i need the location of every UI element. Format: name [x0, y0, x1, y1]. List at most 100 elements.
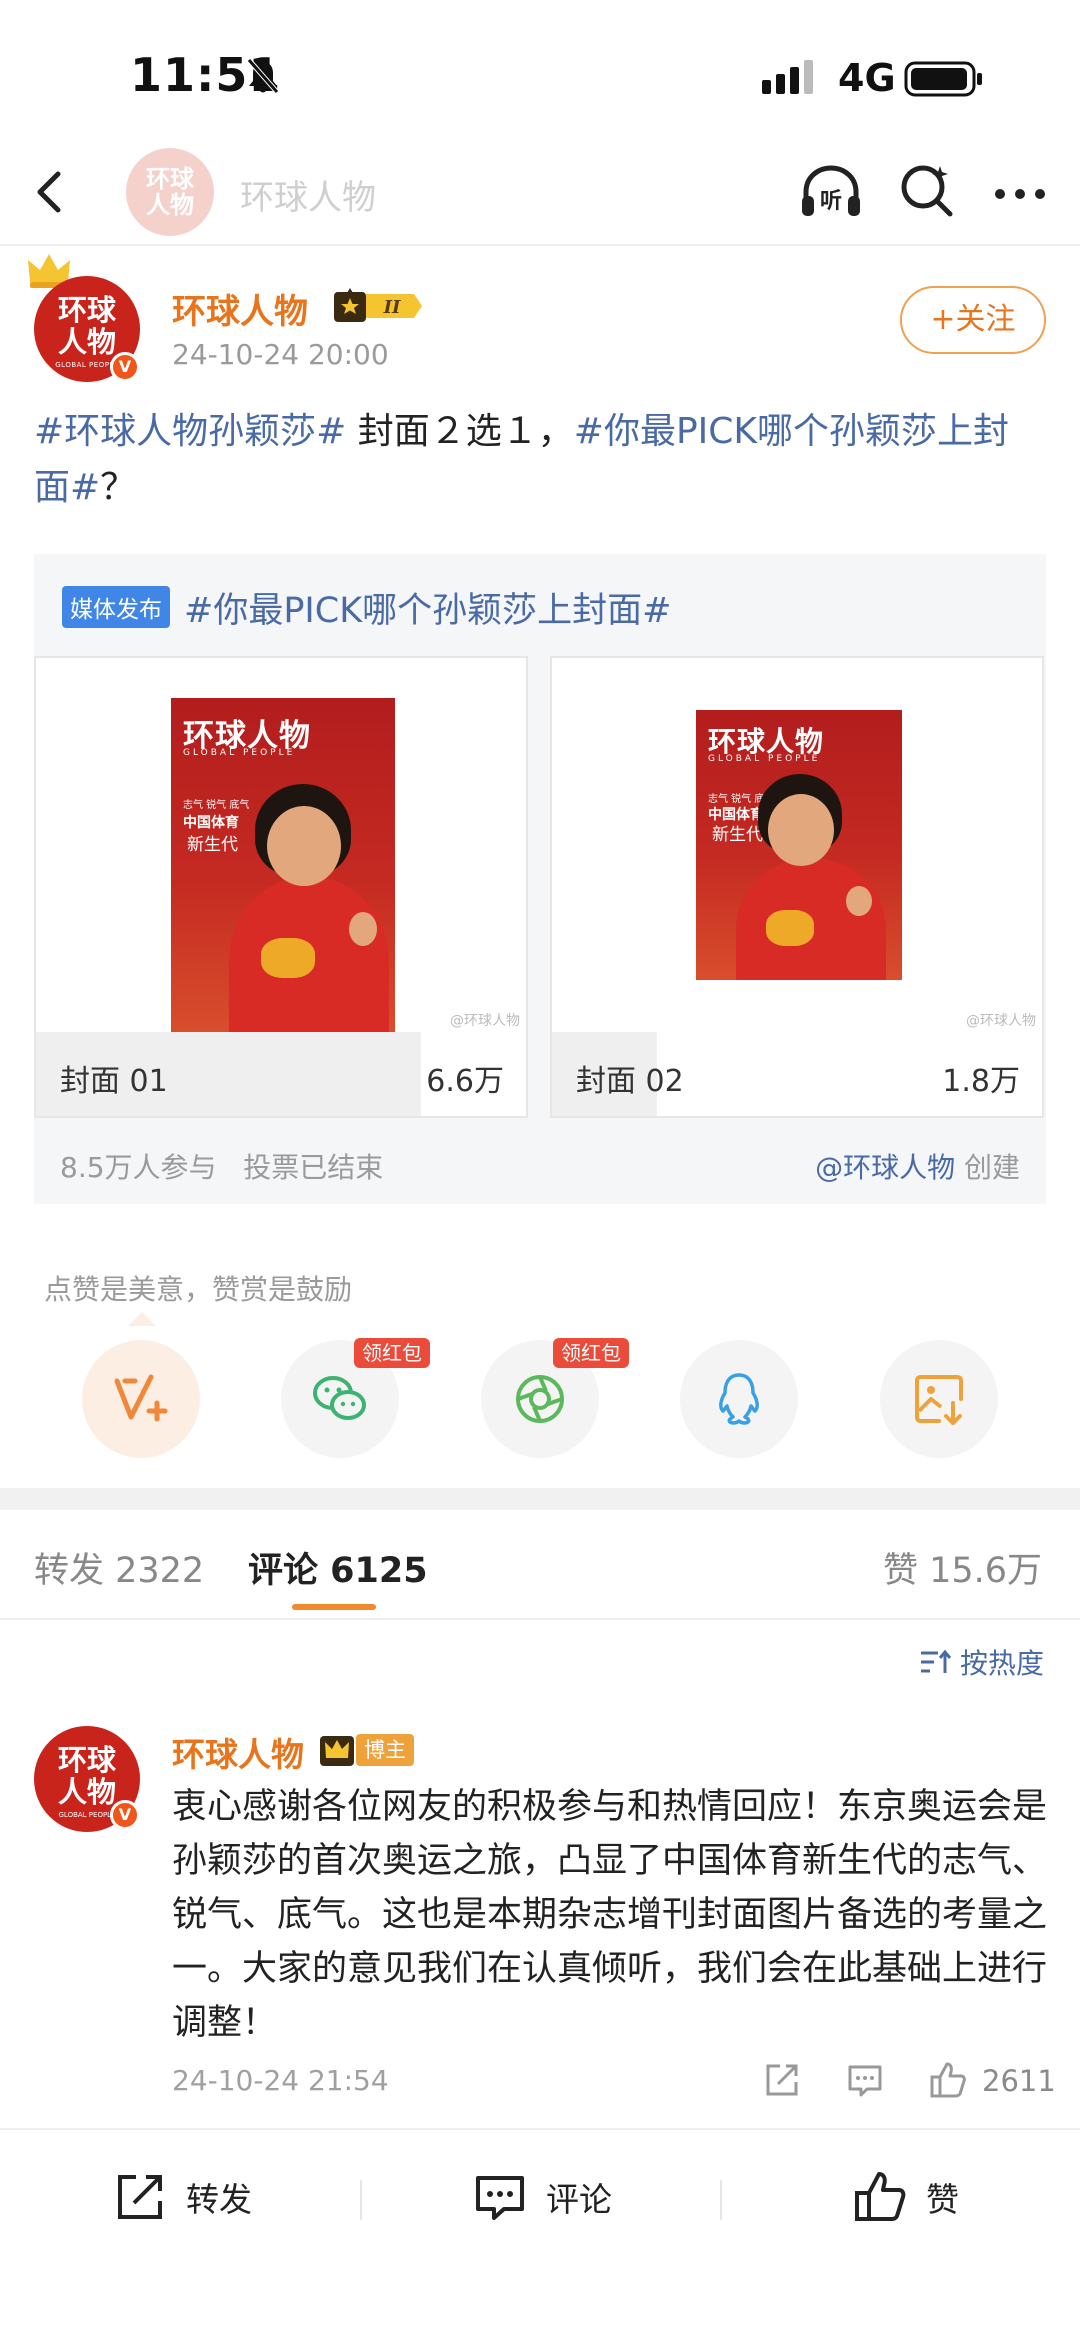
moments-aperture-icon — [516, 1375, 564, 1423]
signal-icon — [762, 60, 813, 94]
cover-tagline: 志气 锐气 底气 — [183, 800, 250, 811]
comment-like-icon[interactable] — [928, 2060, 968, 2100]
poll-option-2[interactable]: 环球人物 GLOBAL PEOPLE 志气 锐气 底气 中国体育 新生代 @环球… — [550, 656, 1044, 1118]
search-icon[interactable] — [896, 160, 956, 220]
comment-text: 衷心感谢各位网友的积极参与和热情回应！东京奥运会是孙颖莎的首次奥运之旅，凸显了中… — [172, 1787, 1048, 2043]
image-watermark: @环球人物 — [450, 1013, 520, 1029]
sort-button[interactable]: 按热度 — [918, 1640, 1044, 1684]
svg-text:听: 听 — [820, 189, 842, 214]
poll-participants: 8.5万人参与 — [60, 1151, 217, 1184]
nav-avatar-line2: 人物 — [146, 191, 194, 219]
bottom-action-bar: 转发 评论 赞 — [0, 2128, 1080, 2266]
interaction-tabs: 转发 2322 评论 6125 赞 15.6万 — [0, 1510, 1080, 1620]
poll-creator: @环球人物 创建 — [815, 1146, 1020, 1186]
image-watermark: @环球人物 — [966, 1013, 1036, 1029]
cover-shirt-pattern — [261, 938, 315, 978]
poll-option-label: 封面 01 — [60, 1064, 168, 1099]
poll-status: 投票已结束 — [243, 1151, 384, 1184]
poll-footer: 8.5万人参与 投票已结束 @环球人物 创建 — [34, 1140, 1046, 1190]
poll-title[interactable]: #你最PICK哪个孙颖莎上封面# — [184, 582, 671, 633]
cover-figure-fist — [846, 886, 872, 916]
cover-shirt-pattern — [766, 910, 814, 946]
nav-avatar-line1: 环球 — [146, 165, 194, 193]
repost-label: 转发 — [186, 2180, 252, 2219]
more-icon[interactable] — [990, 164, 1050, 224]
cover-headline-script: 新生代 — [712, 825, 763, 845]
post-text-middle: 封面２选１， — [346, 411, 574, 452]
comment-repost-icon[interactable] — [762, 2060, 802, 2100]
comment-time: 24-10-24 21:54 — [172, 2064, 389, 2097]
poll-creator-suffix: 创建 — [955, 1151, 1020, 1184]
poll-option-count: 1.8万 — [942, 1064, 1020, 1099]
reward-button[interactable] — [82, 1340, 200, 1458]
reward-prompt: 点赞是美意，赞赏是鼓励 — [44, 1273, 353, 1306]
crown-level-icon — [320, 1736, 354, 1766]
reward-caret — [128, 1312, 156, 1326]
wechat-icon — [313, 1376, 366, 1420]
comment-icon — [476, 2176, 524, 2220]
thumbs-up-icon — [855, 2172, 906, 2221]
comment-button[interactable]: 评论 — [472, 2168, 612, 2226]
save-image-button[interactable] — [880, 1340, 998, 1458]
member-level-text: II — [383, 297, 401, 318]
poll-option-label: 封面 02 — [576, 1064, 684, 1099]
cover-headline: 中国体育 — [183, 815, 239, 831]
avatar-line2: 人物 — [57, 1775, 116, 1809]
back-icon[interactable] — [22, 162, 82, 222]
cover-subtitle: GLOBAL PEOPLE — [708, 754, 821, 764]
poll-card: 媒体发布 #你最PICK哪个孙颖莎上封面# 环球人物 GLOBAL PEOPLE… — [34, 554, 1046, 1204]
poll-option-1[interactable]: 环球人物 GLOBAL PEOPLE 志气 锐气 底气 中国体育 新生代 @环球… — [34, 656, 528, 1118]
poll-option-bar: 封面 01 6.6万 — [36, 1032, 526, 1116]
post-text: #环球人物孙颖莎# 封面２选１，#你最PICK哪个孙颖莎上封面#？ — [34, 404, 1034, 516]
network-type: 4G — [838, 56, 896, 100]
section-divider — [0, 1488, 1080, 1510]
member-level-badge: II — [334, 288, 422, 322]
reward-v-plus-icon — [114, 1374, 168, 1422]
share-row — [0, 1340, 1080, 1460]
author-name[interactable]: 环球人物 — [172, 284, 308, 333]
poll-header: 媒体发布 #你最PICK哪个孙颖莎上封面# — [62, 582, 671, 632]
avatar-line1: 环球 — [57, 1743, 116, 1777]
commenter-name[interactable]: 环球人物 — [172, 1728, 304, 1776]
post-time: 24-10-24 20:00 — [172, 338, 389, 371]
comment-reply-icon[interactable] — [845, 2060, 885, 2100]
like-label: 赞 — [926, 2180, 959, 2219]
cover-subtitle: GLOBAL PEOPLE — [183, 748, 296, 758]
comment-label: 评论 — [546, 2180, 612, 2219]
repost-button[interactable]: 转发 — [112, 2168, 252, 2226]
tab-active-indicator — [292, 1604, 376, 1610]
share-qq-button[interactable] — [680, 1340, 798, 1458]
cover-figure-face — [768, 794, 834, 866]
poll-option-count: 6.6万 — [426, 1064, 504, 1099]
tab-likes[interactable]: 赞 15.6万 — [883, 1542, 1042, 1593]
nav-title[interactable]: 环球人物 — [240, 170, 376, 219]
poll-option-bar: 封面 02 1.8万 — [552, 1032, 1042, 1116]
poll-creator-link[interactable]: @环球人物 — [815, 1151, 955, 1184]
tab-comments[interactable]: 评论 6125 — [248, 1542, 428, 1593]
nav-avatar[interactable]: 环球 人物 — [126, 148, 214, 236]
author-badge: 博主 — [356, 1734, 414, 1766]
avatar-line2: 人物 — [57, 325, 116, 359]
qq-penguin-icon — [719, 1373, 759, 1425]
cover-image-2: 环球人物 GLOBAL PEOPLE 志气 锐气 底气 中国体育 新生代 — [696, 710, 902, 980]
verified-badge: V — [110, 352, 140, 382]
verified-badge: V — [110, 1800, 140, 1830]
follow-button[interactable]: +关注 — [900, 286, 1046, 354]
status-bar: 11:51 4G — [0, 0, 1080, 140]
save-image-icon — [915, 1375, 963, 1425]
tab-reposts[interactable]: 转发 2322 — [34, 1542, 204, 1593]
sort-label: 按热度 — [959, 1647, 1044, 1680]
sort-icon — [920, 1649, 952, 1673]
like-button[interactable]: 赞 — [852, 2168, 959, 2226]
cover-image-1: 环球人物 GLOBAL PEOPLE 志气 锐气 底气 中国体育 新生代 — [171, 698, 395, 1032]
battery-icon — [904, 61, 982, 97]
hashtag-link[interactable]: #环球人物孙颖莎# — [34, 411, 346, 452]
cover-figure-face — [267, 806, 341, 886]
divider — [720, 2180, 722, 2220]
bell-off-icon — [247, 58, 279, 94]
comment-like-count: 2611 — [982, 2064, 1056, 2098]
nav-bar: 环球 人物 环球人物 听 — [0, 140, 1080, 246]
divider — [360, 2180, 362, 2220]
red-packet-badge: 领红包 — [354, 1338, 430, 1368]
headphones-listen-icon[interactable]: 听 — [798, 162, 864, 222]
